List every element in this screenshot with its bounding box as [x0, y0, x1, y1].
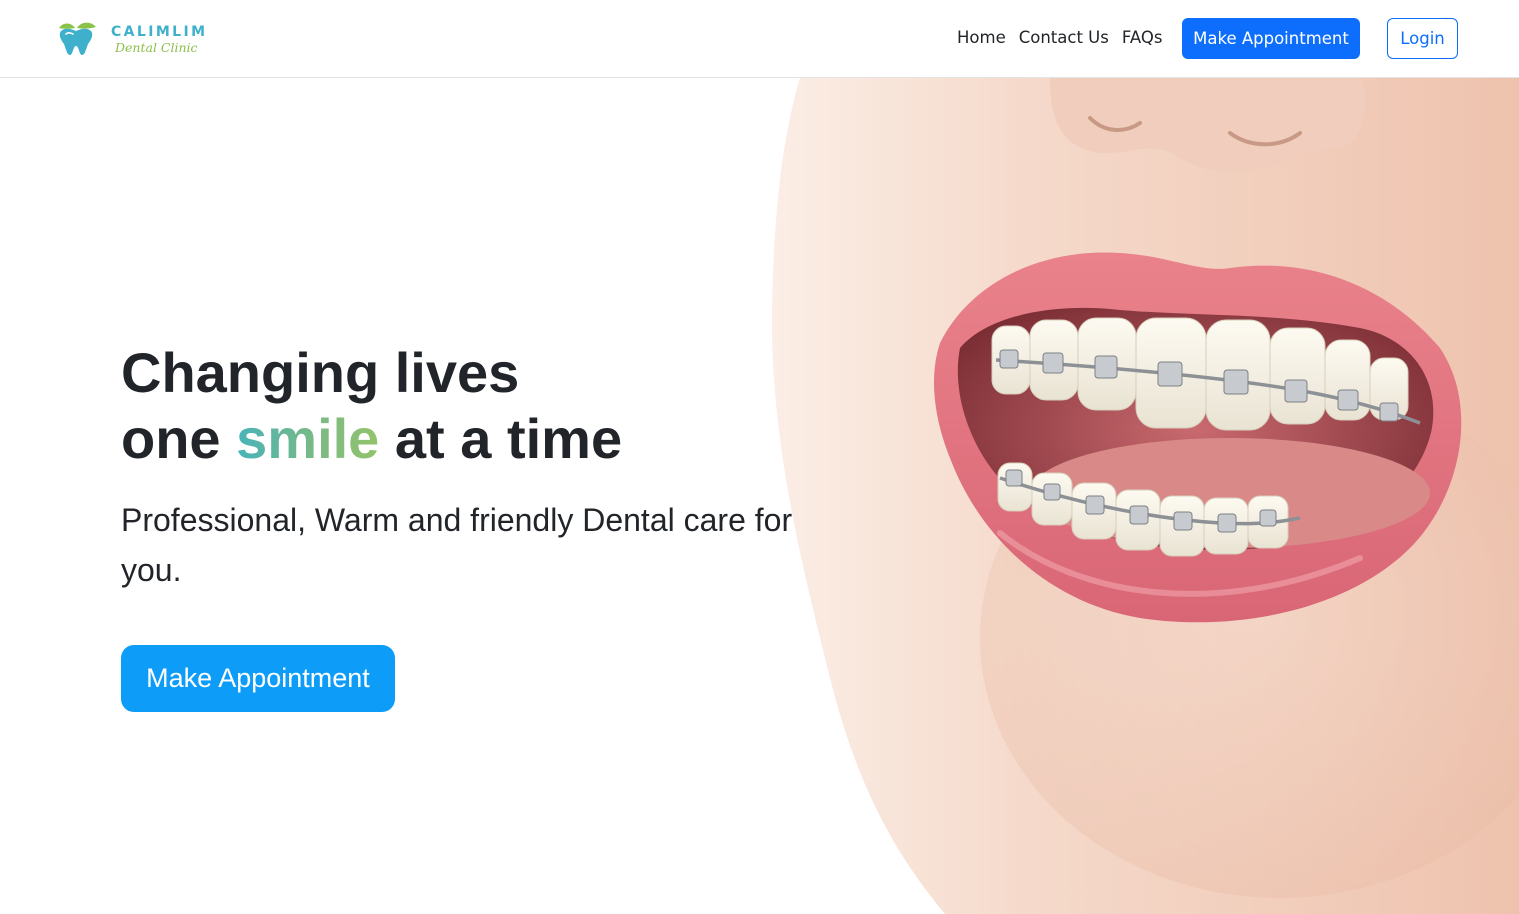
hero-title-highlight: smile — [236, 407, 380, 470]
hero-title-line1: Changing lives — [121, 341, 520, 404]
nav-link-faqs[interactable]: FAQs — [1122, 28, 1163, 47]
brand-subtitle: Dental Clinic — [115, 40, 198, 55]
navbar: CALIMLIM Dental Clinic Home Contact Us F… — [0, 0, 1519, 78]
hero-title: Changing lives one smile at a time — [121, 340, 622, 472]
nav-make-appointment-button[interactable]: Make Appointment — [1182, 18, 1360, 59]
smiling-mouth-braces-photo — [771, 78, 1519, 914]
nav-link-contact-us[interactable]: Contact Us — [1019, 28, 1109, 47]
hero-title-line2-post: at a time — [379, 407, 623, 470]
landing-page: CALIMLIM Dental Clinic Home Contact Us F… — [0, 0, 1519, 914]
nav-link-home[interactable]: Home — [957, 28, 1006, 47]
hero-make-appointment-button[interactable]: Make Appointment — [121, 645, 395, 712]
nav-links: Home Contact Us FAQs — [957, 28, 1162, 47]
hero-title-line2-pre: one — [121, 407, 237, 470]
brand-text: CALIMLIM Dental Clinic — [111, 24, 207, 56]
brand[interactable]: CALIMLIM Dental Clinic — [55, 20, 207, 58]
login-button[interactable]: Login — [1387, 18, 1458, 59]
tooth-leaf-icon — [59, 22, 96, 55]
hero-text: Changing lives one smile at a time — [121, 340, 622, 472]
hero-subtitle: Professional, Warm and friendly Dental c… — [121, 502, 793, 588]
brand-name: CALIMLIM — [111, 24, 208, 40]
